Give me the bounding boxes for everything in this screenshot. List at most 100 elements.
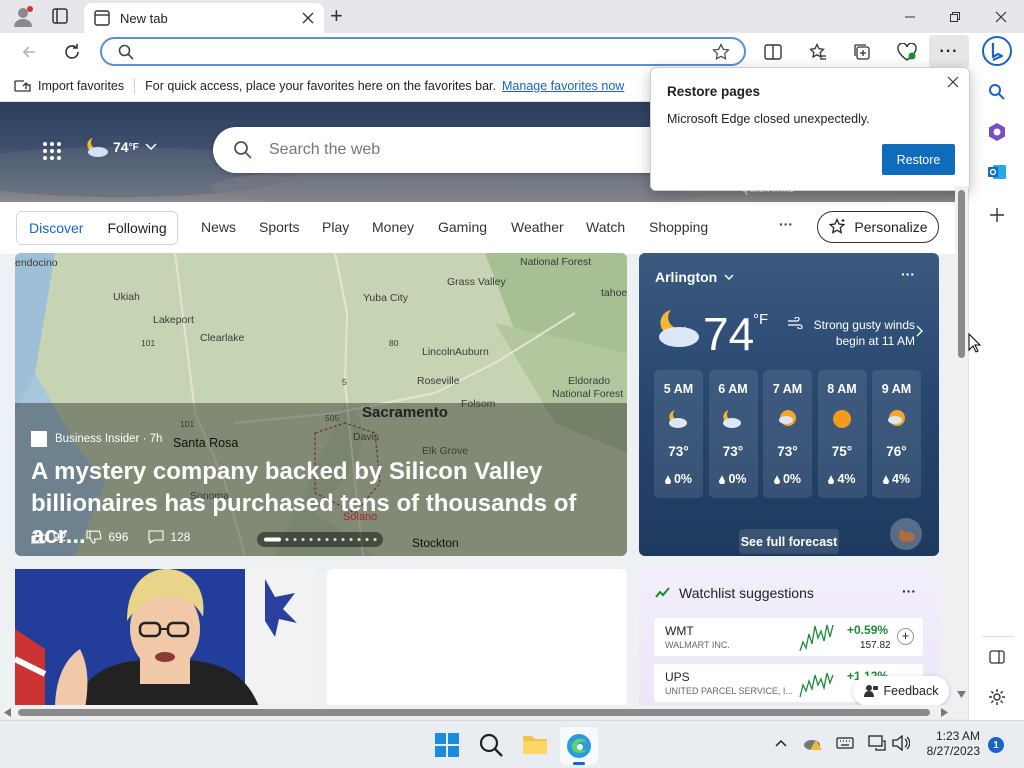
file-explorer-icon[interactable] bbox=[522, 733, 548, 755]
scroll-left-arrow-icon[interactable] bbox=[4, 708, 11, 717]
weather-temp: 74 bbox=[113, 139, 129, 155]
hourly-forecast-item[interactable]: 8 AM 75° 4% bbox=[817, 370, 867, 498]
search-icon bbox=[233, 140, 253, 160]
divider bbox=[134, 77, 136, 94]
comment-icon[interactable] bbox=[148, 530, 164, 544]
windows-start-icon[interactable] bbox=[435, 733, 459, 757]
clock-date: 8/27/2023 bbox=[926, 744, 980, 758]
chevron-right-icon[interactable] bbox=[916, 325, 923, 337]
scroll-right-arrow-icon[interactable] bbox=[941, 708, 948, 717]
stock-sparkline-icon bbox=[799, 624, 834, 652]
weather-assistant-icon[interactable] bbox=[890, 518, 922, 550]
manage-favorites-link[interactable]: Manage favorites now bbox=[502, 79, 624, 93]
feedback-button[interactable]: Feedback bbox=[853, 676, 949, 705]
network-icon[interactable] bbox=[868, 735, 886, 751]
sidebar-add-icon[interactable] bbox=[981, 199, 1013, 231]
settings-and-more-icon[interactable]: ··· bbox=[929, 35, 969, 68]
refresh-icon[interactable] bbox=[57, 37, 87, 67]
weather-widget-top[interactable]: 74 °F bbox=[84, 136, 157, 158]
weather-alert[interactable]: Strong gusty winds begin at 11 AM bbox=[785, 317, 915, 349]
tab-following[interactable]: Following bbox=[95, 220, 178, 236]
precip-value: 0% bbox=[782, 472, 802, 486]
hour-precip: 0% bbox=[709, 472, 758, 486]
see-full-forecast-link[interactable]: See full forecast bbox=[739, 529, 839, 554]
tab-discover[interactable]: Discover bbox=[17, 220, 95, 236]
personalize-button[interactable]: Personalize bbox=[817, 211, 939, 243]
hide-sidebar-icon[interactable] bbox=[981, 641, 1013, 673]
more-nav-button[interactable]: ··· bbox=[779, 216, 793, 232]
restore-window-icon[interactable] bbox=[932, 0, 978, 33]
watchlist-more-options[interactable]: ··· bbox=[902, 583, 916, 599]
nav-gaming[interactable]: Gaming bbox=[438, 219, 487, 235]
copilot-icon[interactable] bbox=[982, 36, 1012, 66]
hourly-forecast-item[interactable]: 5 AM 73° 0% bbox=[654, 370, 703, 498]
minimize-icon[interactable] bbox=[887, 0, 933, 33]
favorites-icon[interactable] bbox=[803, 37, 833, 67]
hero-news-card[interactable]: endocino Ukiah Lakeport Clearlake Yuba C… bbox=[15, 253, 627, 556]
map-label: Sacramento bbox=[362, 404, 448, 421]
import-favorites-button[interactable]: Import favorites bbox=[14, 78, 124, 93]
favorite-star-icon[interactable] bbox=[712, 43, 730, 61]
nav-play[interactable]: Play bbox=[322, 219, 349, 235]
nav-shopping[interactable]: Shopping bbox=[649, 219, 708, 235]
scroll-down-arrow-icon[interactable] bbox=[957, 691, 966, 698]
carousel-indicator[interactable] bbox=[257, 532, 383, 547]
add-to-watchlist-icon[interactable]: + bbox=[897, 628, 914, 645]
apps-grid-icon[interactable] bbox=[42, 141, 62, 161]
new-tab-button[interactable]: + bbox=[330, 3, 343, 29]
close-window-icon[interactable] bbox=[978, 0, 1024, 33]
thumbs-down-icon[interactable] bbox=[86, 530, 102, 544]
nav-watch[interactable]: Watch bbox=[586, 219, 625, 235]
browser-essentials-icon[interactable] bbox=[892, 37, 922, 67]
hourly-forecast-item[interactable]: 7 AM 73° 0% bbox=[763, 370, 812, 498]
hour-precip: 0% bbox=[654, 472, 703, 486]
nav-weather[interactable]: Weather bbox=[511, 219, 564, 235]
nav-news[interactable]: News bbox=[201, 219, 236, 235]
taskbar-search-icon[interactable] bbox=[479, 733, 503, 757]
edge-taskbar-button[interactable] bbox=[560, 727, 598, 765]
watchlist-suggestions-card[interactable]: Watchlist suggestions ··· WMT WALMART IN… bbox=[639, 569, 949, 705]
personalize-label: Personalize bbox=[854, 219, 928, 235]
weather-card[interactable]: Arlington ··· 74 °F Strong gusty winds b… bbox=[639, 253, 939, 556]
clock[interactable]: 1:23 AM 8/27/2023 bbox=[918, 729, 980, 759]
close-icon[interactable] bbox=[947, 76, 959, 88]
tab-new-tab[interactable]: New tab bbox=[84, 3, 324, 33]
hour-time: 6 AM bbox=[718, 382, 748, 396]
volume-icon[interactable] bbox=[892, 735, 910, 751]
horizontal-scroll-thumb[interactable] bbox=[18, 709, 930, 716]
horizontal-scrollbar[interactable] bbox=[0, 705, 968, 719]
loading-card bbox=[327, 569, 627, 705]
news-photo-card[interactable] bbox=[15, 569, 315, 705]
vertical-scroll-thumb[interactable] bbox=[958, 190, 965, 358]
collections-icon[interactable] bbox=[847, 37, 877, 67]
stock-price: 157.82 bbox=[860, 640, 891, 651]
hourly-forecast-item[interactable]: 6 AM 73° 0% bbox=[708, 370, 758, 498]
weather-more-options[interactable]: ··· bbox=[901, 266, 915, 282]
active-app-indicator bbox=[573, 762, 585, 765]
onedrive-warning-icon[interactable] bbox=[803, 735, 823, 751]
weather-location[interactable]: Arlington bbox=[655, 269, 734, 285]
restore-pages-dialog: Restore pages Microsoft Edge closed unex… bbox=[650, 67, 970, 191]
address-bar[interactable] bbox=[100, 37, 746, 66]
split-screen-icon[interactable] bbox=[758, 37, 788, 67]
nav-sports[interactable]: Sports bbox=[259, 219, 299, 235]
nav-money[interactable]: Money bbox=[372, 219, 414, 235]
thumbs-up-icon[interactable] bbox=[31, 530, 47, 544]
map-label: 101 bbox=[180, 419, 195, 429]
sidebar-search-icon[interactable] bbox=[981, 76, 1013, 108]
tab-actions-icon[interactable] bbox=[52, 8, 68, 24]
keyboard-icon[interactable] bbox=[836, 737, 854, 749]
back-icon[interactable] bbox=[14, 37, 44, 67]
stock-row[interactable]: WMT WALMART INC. +0.59% 157.82 + bbox=[654, 618, 923, 656]
sidebar-settings-gear-icon[interactable] bbox=[981, 681, 1013, 713]
close-tab-icon[interactable] bbox=[302, 12, 314, 24]
profile-icon[interactable] bbox=[12, 6, 34, 28]
sidebar-outlook-icon[interactable] bbox=[981, 156, 1013, 188]
vertical-scrollbar[interactable] bbox=[955, 186, 968, 706]
restore-button[interactable]: Restore bbox=[882, 144, 955, 175]
notification-badge[interactable]: 1 bbox=[988, 737, 1004, 753]
hourly-forecast-item[interactable]: 9 AM 76° 4% bbox=[872, 370, 921, 498]
sidebar-office-icon[interactable] bbox=[981, 116, 1013, 148]
show-hidden-icons-chevron-up-icon[interactable] bbox=[775, 739, 787, 747]
feedback-person-icon bbox=[863, 684, 878, 698]
